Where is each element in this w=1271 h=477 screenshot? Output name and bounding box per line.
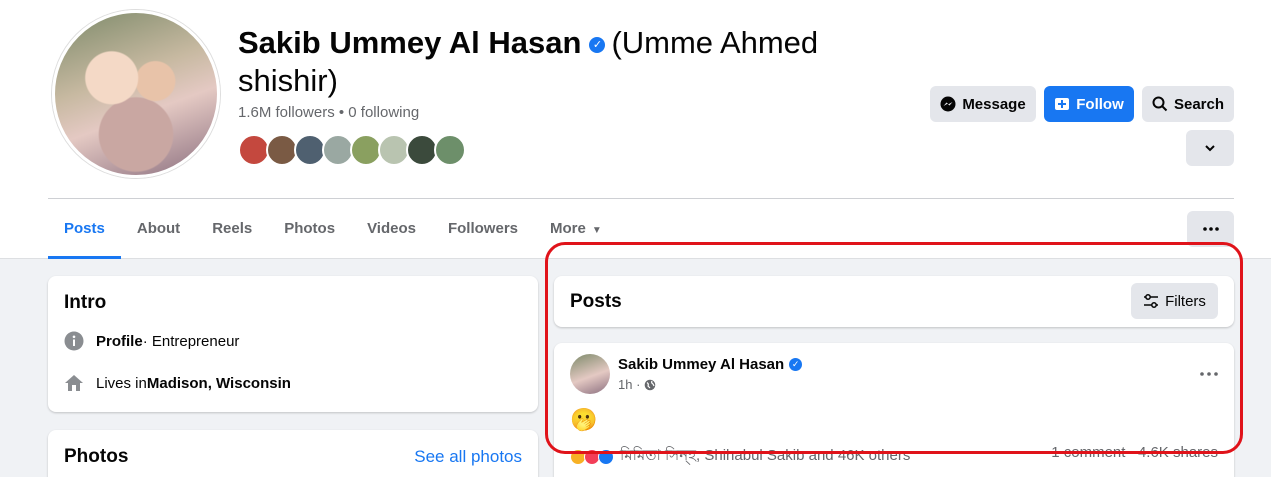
tab-reels[interactable]: Reels xyxy=(196,199,268,259)
intro-lives-prefix: Lives in xyxy=(96,374,147,392)
tab-followers[interactable]: Followers xyxy=(432,199,534,259)
tab-label: Photos xyxy=(284,220,336,237)
profile-picture[interactable] xyxy=(52,10,220,178)
follower-avatars xyxy=(238,134,466,166)
tab-label: Reels xyxy=(212,220,253,237)
tab-label: More xyxy=(550,220,586,237)
search-button[interactable]: Search xyxy=(1142,86,1234,122)
tab-label: About xyxy=(136,220,181,237)
follow-button[interactable]: Follow xyxy=(1044,86,1134,122)
verified-badge-icon: ✓ xyxy=(589,36,606,53)
intro-title: Intro xyxy=(64,292,107,313)
tab-photos[interactable]: Photos xyxy=(268,199,351,259)
tab-label: Followers xyxy=(447,220,518,237)
tab-about[interactable]: About xyxy=(121,199,196,259)
profile-name-line: Sakib Ummey Al Hasan ✓ (Umme Ahmed shishir… xyxy=(238,24,828,100)
photos-title: Photos xyxy=(64,446,129,467)
intro-profile-label: Profile xyxy=(96,332,143,350)
messenger-icon xyxy=(940,96,956,112)
chevron-down-icon xyxy=(1205,145,1215,152)
tab-posts[interactable]: Posts xyxy=(48,199,121,259)
message-label: Message xyxy=(962,95,1026,113)
caret-down-icon: ▼ xyxy=(591,225,602,236)
search-icon xyxy=(1152,96,1168,112)
highlight-box xyxy=(545,242,1243,454)
profile-name: Sakib Ummey Al Hasan xyxy=(238,25,582,60)
tab-label: Videos xyxy=(367,220,416,237)
intro-card: Intro Profile · Entrepreneur Lives in Ma… xyxy=(48,276,538,412)
follow-label: Follow xyxy=(1076,95,1124,113)
intro-lives-row: Lives in Madison, Wisconsin xyxy=(64,373,291,393)
photos-card: Photos See all photos xyxy=(48,430,538,477)
search-label: Search xyxy=(1173,95,1225,113)
more-options-button[interactable] xyxy=(1186,130,1234,166)
home-icon xyxy=(64,373,84,393)
tab-videos[interactable]: Videos xyxy=(351,199,432,259)
follower-avatar[interactable] xyxy=(434,134,466,166)
message-button[interactable]: Message xyxy=(930,86,1036,122)
follow-icon xyxy=(1055,98,1070,110)
ellipsis-icon xyxy=(1202,227,1219,231)
info-icon xyxy=(64,331,84,351)
tab-label: Posts xyxy=(64,220,105,237)
see-all-photos-link[interactable]: See all photos xyxy=(414,447,522,467)
profile-tabs: Posts About Reels Photos Videos Follower… xyxy=(48,199,618,259)
intro-profile-type: · Entrepreneur xyxy=(142,332,240,350)
intro-profile-row: Profile · Entrepreneur xyxy=(64,331,239,351)
intro-lives-place[interactable]: Madison, Wisconsin xyxy=(147,375,291,392)
followers-count[interactable]: 1.6M followers • 0 following xyxy=(238,104,419,121)
